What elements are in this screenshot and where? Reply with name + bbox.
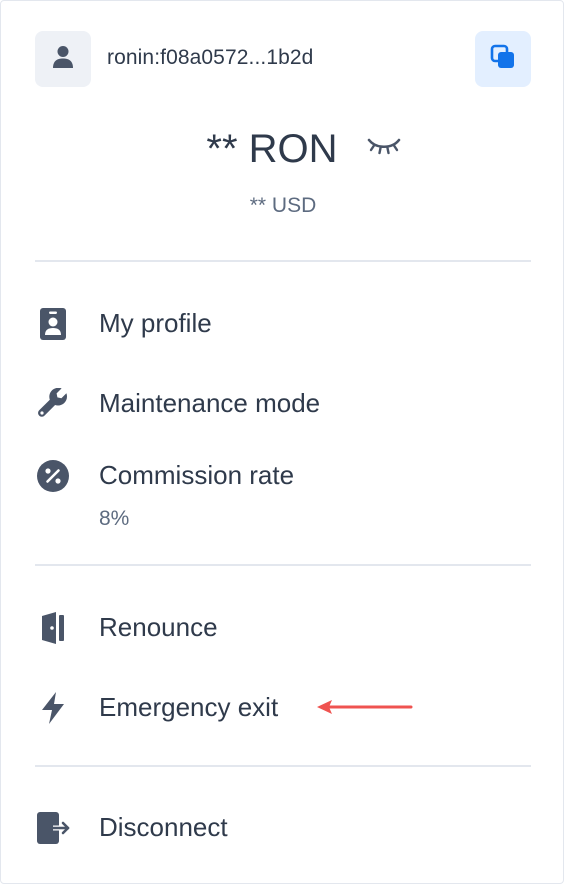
percent-icon: [35, 458, 71, 494]
wrench-icon: [35, 386, 71, 422]
menu-item-commission-rate[interactable]: Commission rate: [35, 450, 531, 498]
menu-item-emergency-exit[interactable]: Emergency exit: [35, 682, 531, 730]
door-icon: [35, 610, 71, 646]
copy-address-button[interactable]: [475, 31, 531, 87]
menu-item-label: My profile: [99, 308, 212, 338]
menu-item-label: Commission rate: [99, 460, 295, 490]
balance-row: ** RON: [1, 127, 564, 172]
divider: [35, 765, 531, 767]
copy-icon: [490, 44, 516, 75]
divider: [35, 260, 531, 262]
toggle-balance-visibility-button[interactable]: [366, 135, 402, 165]
menu-item-disconnect[interactable]: Disconnect: [35, 802, 531, 850]
wallet-address: ronin:f08a0572...1b2d: [107, 46, 314, 69]
menu-item-label: Maintenance mode: [99, 388, 321, 418]
divider: [35, 564, 531, 566]
bolt-icon: [35, 690, 71, 726]
ron-balance: ** RON: [206, 127, 338, 171]
avatar: [35, 31, 91, 87]
menu-item-maintenance-mode[interactable]: Maintenance mode: [35, 378, 531, 426]
user-icon: [52, 45, 74, 74]
wallet-menu-panel: ronin:f08a0572...1b2d ** RON ** USD My p…: [0, 0, 564, 884]
menu-item-renounce[interactable]: Renounce: [35, 602, 531, 650]
annotation-arrow: [315, 697, 415, 722]
menu-item-label: Renounce: [99, 612, 218, 642]
usd-balance: ** USD: [249, 194, 317, 217]
menu-item-label: Emergency exit: [99, 692, 279, 722]
logout-icon: [35, 810, 71, 846]
menu-item-my-profile[interactable]: My profile: [35, 298, 531, 346]
menu-item-label: Disconnect: [99, 812, 228, 842]
eye-closed-icon: [366, 135, 402, 164]
commission-rate-value: 8%: [99, 507, 130, 530]
profile-badge-icon: [35, 306, 71, 342]
